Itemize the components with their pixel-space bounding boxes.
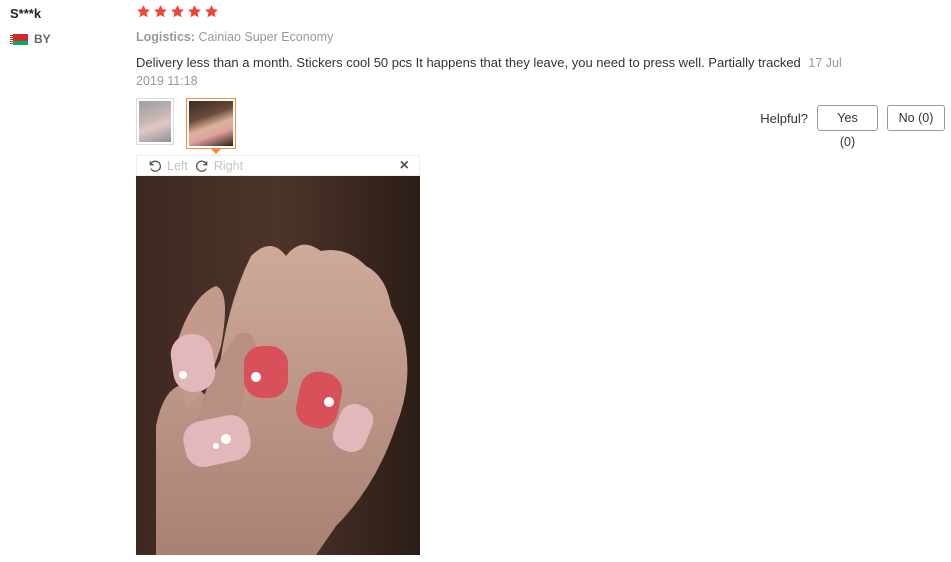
star-icon <box>136 4 151 19</box>
rotate-left-icon <box>147 158 163 174</box>
thumbnail-1[interactable] <box>136 98 174 145</box>
close-icon[interactable]: × <box>400 157 409 175</box>
logistics-value: Cainiao Super Economy <box>198 30 334 44</box>
rotate-left-button[interactable]: Left <box>147 158 188 174</box>
viewer-toolbar: Left Right × <box>136 155 420 176</box>
helpful-label: Helpful? <box>760 110 808 126</box>
country-code: BY <box>34 32 51 46</box>
helpful-votes: Helpful? Yes (0) No (0) <box>760 105 945 149</box>
star-icon <box>153 4 168 19</box>
review-body: Delivery less than a month. Stickers coo… <box>136 54 856 90</box>
nail-photo-thumbnail <box>189 101 233 146</box>
thumbnail-2[interactable] <box>186 98 236 149</box>
helpful-yes-button[interactable]: Yes (0) <box>817 105 878 149</box>
image-viewer: Left Right × <box>136 155 420 555</box>
logistics-info: Logistics: Cainiao Super Economy <box>136 30 333 44</box>
star-rating <box>136 4 219 19</box>
helpful-no-button[interactable]: No (0) <box>887 105 945 131</box>
rotate-right-icon <box>194 158 210 174</box>
review-text: Delivery less than a month. Stickers coo… <box>136 55 801 70</box>
rotate-left-label: Left <box>167 158 188 173</box>
logistics-label: Logistics: <box>136 30 196 44</box>
review-photo <box>136 176 420 555</box>
star-icon <box>204 4 219 19</box>
review-thumbnails <box>136 98 236 149</box>
star-icon <box>187 4 202 19</box>
reviewer-country: BY <box>10 32 51 46</box>
active-thumbnail-caret-icon <box>210 148 222 154</box>
belarus-flag-icon <box>10 33 28 45</box>
nail-photo-illustration <box>136 176 420 555</box>
reviewer-name: S***k <box>10 6 42 21</box>
rotate-right-label: Right <box>213 158 244 173</box>
rotate-right-button[interactable]: Right <box>194 158 243 174</box>
star-icon <box>170 4 185 19</box>
nail-photo-thumbnail <box>139 101 171 142</box>
